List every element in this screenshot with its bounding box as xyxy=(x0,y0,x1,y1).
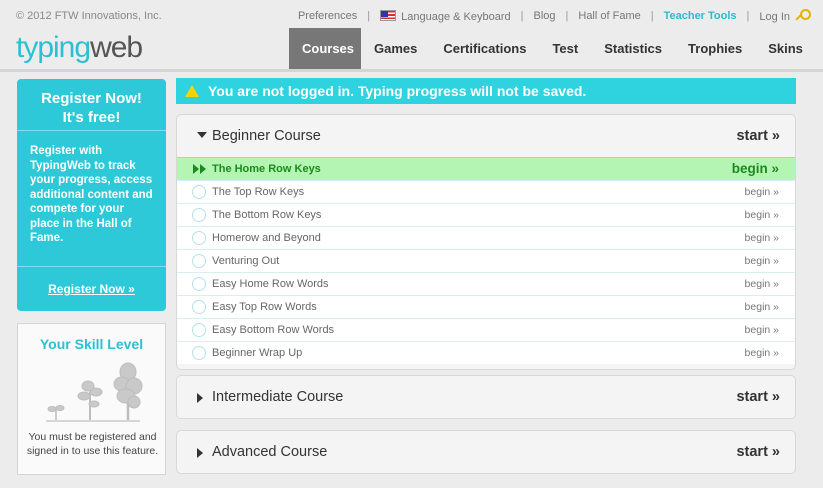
lesson-status-circle-icon xyxy=(192,231,206,245)
course-header[interactable]: Advanced Course start » xyxy=(177,431,795,473)
play-icon xyxy=(193,164,207,174)
course-start-link[interactable]: start » xyxy=(736,444,780,460)
lesson-name: The Home Row Keys xyxy=(212,163,321,175)
lesson-name: Easy Home Row Words xyxy=(212,278,329,290)
lesson-name: Beginner Wrap Up xyxy=(212,347,303,359)
course-intermediate: Intermediate Course start » xyxy=(176,375,796,419)
lesson-name: Venturing Out xyxy=(212,255,280,267)
lesson-begin-link[interactable]: begin » xyxy=(745,255,779,267)
lesson-name: Homerow and Beyond xyxy=(212,232,321,244)
lesson-begin-link[interactable]: begin » xyxy=(745,301,779,313)
top-utility-bar: © 2012 FTW Innovations, Inc. Preferences… xyxy=(0,0,823,30)
teacher-tools-link[interactable]: Teacher Tools xyxy=(664,10,737,22)
login-label: Log In xyxy=(759,11,790,23)
tab-skins[interactable]: Skins xyxy=(755,28,816,69)
lesson-begin-link[interactable]: begin » xyxy=(745,186,779,198)
tab-courses[interactable]: Courses xyxy=(289,28,361,69)
login-link[interactable]: Log In xyxy=(759,9,811,23)
preferences-link[interactable]: Preferences xyxy=(298,10,357,22)
lesson-row[interactable]: Easy Home Row Words begin » xyxy=(177,272,795,295)
typingweb-logo[interactable]: typingweb xyxy=(16,31,143,65)
register-now-button[interactable]: Register Now » xyxy=(17,266,166,311)
not-logged-in-alert: You are not logged in. Typing progress w… xyxy=(176,78,796,104)
lesson-list: The Home Row Keys begin » The Top Row Ke… xyxy=(177,157,795,364)
tab-certifications[interactable]: Certifications xyxy=(430,28,539,69)
tab-trophies[interactable]: Trophies xyxy=(675,28,755,69)
hall-of-fame-link[interactable]: Hall of Fame xyxy=(578,10,640,22)
lesson-row[interactable]: Venturing Out begin » xyxy=(177,249,795,272)
lesson-status-circle-icon xyxy=(192,277,206,291)
lesson-name: The Bottom Row Keys xyxy=(212,209,322,221)
lesson-status-circle-icon xyxy=(192,254,206,268)
course-header[interactable]: Beginner Course start » xyxy=(177,115,795,157)
copyright-text: © 2012 FTW Innovations, Inc. xyxy=(16,10,162,22)
lesson-row[interactable]: Easy Bottom Row Words begin » xyxy=(177,318,795,341)
lesson-begin-link[interactable]: begin » xyxy=(745,324,779,336)
tab-games[interactable]: Games xyxy=(361,28,430,69)
lesson-status-circle-icon xyxy=(192,185,206,199)
us-flag-icon xyxy=(380,9,397,21)
warning-icon xyxy=(185,85,199,97)
separator: | xyxy=(746,10,750,22)
course-title: Intermediate Course xyxy=(212,389,344,405)
register-heading-line2: It's free! xyxy=(62,109,121,126)
lesson-status-circle-icon xyxy=(192,300,206,314)
course-beginner: Beginner Course start » The Home Row Key… xyxy=(176,114,796,370)
separator: | xyxy=(520,10,524,22)
lesson-status-circle-icon xyxy=(192,323,206,337)
lesson-begin-link[interactable]: begin » xyxy=(745,347,779,359)
header-divider xyxy=(0,69,823,72)
blog-link[interactable]: Blog xyxy=(533,10,555,22)
lesson-name: The Top Row Keys xyxy=(212,186,305,198)
separator: | xyxy=(650,10,654,22)
lesson-name: Easy Bottom Row Words xyxy=(212,324,335,336)
main-nav: Courses Games Certifications Test Statis… xyxy=(289,28,816,69)
lesson-row[interactable]: Beginner Wrap Up begin » xyxy=(177,341,795,364)
lesson-status-circle-icon xyxy=(192,346,206,360)
register-heading: Register Now! It's free! xyxy=(17,79,166,131)
register-panel: Register Now! It's free! Register with T… xyxy=(17,79,166,311)
course-header[interactable]: Intermediate Course start » xyxy=(177,376,795,418)
expand-triangle-icon xyxy=(197,393,203,403)
language-keyboard-label: Language & Keyboard xyxy=(401,10,511,23)
tab-test[interactable]: Test xyxy=(539,28,591,69)
tab-statistics[interactable]: Statistics xyxy=(591,28,675,69)
lesson-row[interactable]: Easy Top Row Words begin » xyxy=(177,295,795,318)
expand-triangle-icon xyxy=(197,448,203,458)
skill-level-message: You must be registered and signed in to … xyxy=(26,431,159,457)
lesson-row[interactable]: Homerow and Beyond begin » xyxy=(177,226,795,249)
key-icon xyxy=(794,9,811,23)
lesson-row[interactable]: The Top Row Keys begin » xyxy=(177,180,795,203)
collapse-triangle-icon xyxy=(197,132,207,138)
lesson-begin-link[interactable]: begin » xyxy=(745,232,779,244)
language-keyboard-link[interactable]: Language & Keyboard xyxy=(380,9,511,23)
header: typingweb Courses Games Certifications T… xyxy=(0,28,823,70)
lesson-begin-link[interactable]: begin » xyxy=(745,278,779,290)
skill-level-panel: Your Skill Level You must be registered … xyxy=(17,323,166,475)
course-start-link[interactable]: start » xyxy=(736,389,780,405)
separator: | xyxy=(565,10,569,22)
course-title: Beginner Course xyxy=(212,128,321,144)
lesson-begin-link[interactable]: begin » xyxy=(745,209,779,221)
lesson-name: Easy Top Row Words xyxy=(212,301,317,313)
course-advanced: Advanced Course start » xyxy=(176,430,796,474)
lesson-row[interactable]: The Home Row Keys begin » xyxy=(177,157,795,180)
utility-links: Preferences | Language & Keyboard | Blog… xyxy=(298,9,811,23)
lesson-status-circle-icon xyxy=(192,208,206,222)
logo-typing: typing xyxy=(16,31,91,64)
skill-level-title: Your Skill Level xyxy=(39,336,144,352)
course-start-link[interactable]: start » xyxy=(736,128,780,144)
alert-text: You are not logged in. Typing progress w… xyxy=(208,83,587,99)
register-heading-line1: Register Now! xyxy=(41,90,142,107)
register-description: Register with TypingWeb to track your pr… xyxy=(30,145,153,244)
plant-growth-illustration xyxy=(46,362,143,422)
course-title: Advanced Course xyxy=(212,444,328,460)
separator: | xyxy=(367,10,371,22)
lesson-begin-link[interactable]: begin » xyxy=(732,161,779,176)
logo-web: web xyxy=(90,31,143,64)
lesson-row[interactable]: The Bottom Row Keys begin » xyxy=(177,203,795,226)
